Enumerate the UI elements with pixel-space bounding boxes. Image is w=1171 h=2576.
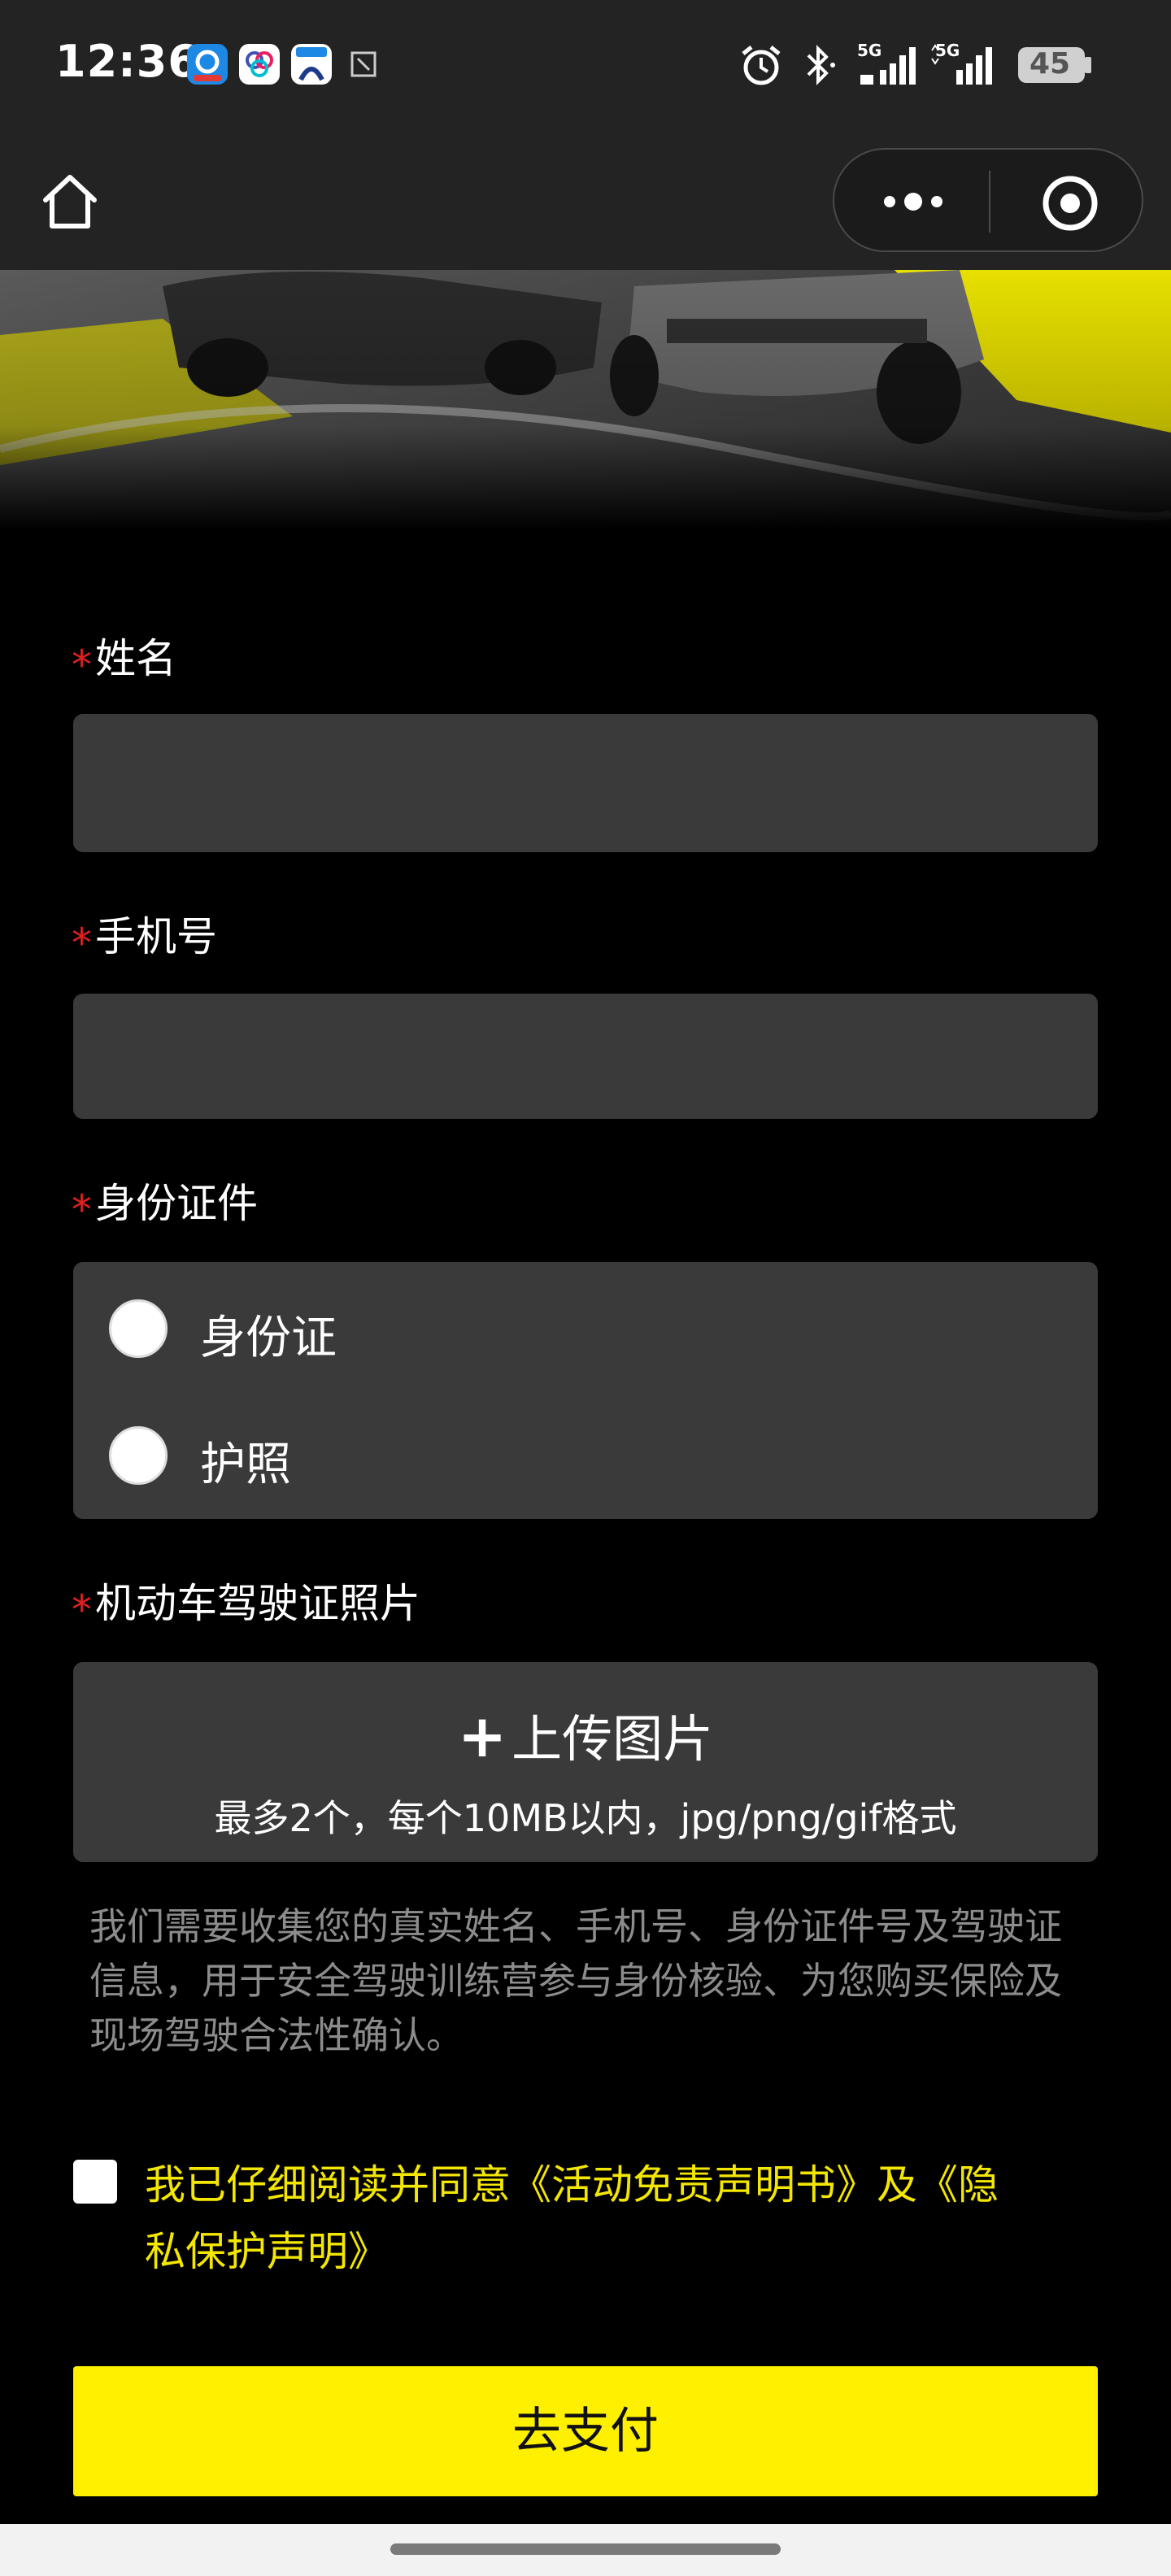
radio-button[interactable] [109, 1426, 168, 1485]
radio-option-id-card[interactable]: 身份证 [109, 1296, 678, 1364]
privacy-notice-text: 我们需要收集您的真实姓名、手机号、身份证件号及驾驶证信息，用于安全驾驶训练营参与… [89, 1904, 1062, 2057]
bluetooth-icon [807, 45, 835, 85]
name-input[interactable] [73, 714, 1098, 852]
plus-icon: + [457, 1702, 507, 1770]
capsule-menu [833, 148, 1143, 252]
required-mark: * [72, 920, 92, 967]
name-label-text: 姓名 [95, 635, 176, 682]
app-notification-icon [291, 44, 332, 85]
status-time: 12:36 [55, 36, 199, 87]
home-icon[interactable] [37, 169, 102, 234]
radio-option-label: 护照 [200, 1438, 291, 1491]
license-photo-label-text: 机动车驾驶证照片 [95, 1580, 420, 1627]
page: 12:36 5G 5G 45 *姓名 *手机号 *身份证件 身份证 护照 *机动… [0, 0, 1171, 2576]
capsule-divider [989, 171, 990, 233]
system-nav-bar [0, 2524, 1171, 2576]
home-indicator[interactable] [390, 2543, 781, 2555]
signal-icon: 5G [857, 41, 919, 88]
id-type-label-text: 身份证件 [95, 1180, 258, 1227]
battery-level: 45 [1030, 47, 1071, 80]
agree-text[interactable]: 我已仔细阅读并同意《活动免责声明书》及《隐私保护声明》 [145, 2152, 1023, 2285]
id-type-label: *身份证件 [72, 1171, 258, 1234]
name-label: *姓名 [72, 626, 176, 689]
required-mark: * [72, 1186, 92, 1234]
upload-label: 上传图片 [511, 1709, 714, 1769]
agree-checkbox[interactable] [73, 2160, 117, 2204]
status-bar: 12:36 5G 5G 45 [0, 0, 1171, 133]
nav-bar [0, 133, 1171, 270]
battery-icon: 45 [1018, 42, 1093, 88]
alarm-icon [742, 46, 781, 85]
id-type-radio-group: 身份证 护照 [73, 1262, 1098, 1519]
hero-banner-image [0, 270, 1171, 530]
radio-button[interactable] [109, 1299, 168, 1358]
upload-title: +上传图片 [73, 1698, 1098, 1771]
pay-button[interactable]: 去支付 [73, 2366, 1098, 2496]
phone-input[interactable] [73, 994, 1098, 1119]
required-mark: * [72, 1586, 92, 1634]
license-photo-label: *机动车驾驶证照片 [72, 1571, 420, 1634]
upload-image-button[interactable]: +上传图片 最多2个，每个10MB以内，jpg/png/gif格式 [73, 1662, 1098, 1862]
radio-option-label: 身份证 [200, 1312, 337, 1364]
phone-label-text: 手机号 [95, 913, 217, 960]
screenshot-icon [350, 50, 377, 78]
radio-option-passport[interactable]: 护照 [109, 1423, 678, 1491]
target-circle-icon[interactable] [1039, 172, 1101, 234]
upload-hint: 最多2个，每个10MB以内，jpg/png/gif格式 [214, 1796, 957, 1840]
phone-label: *手机号 [72, 904, 217, 967]
required-mark: * [72, 642, 92, 689]
signal-icon: 5G [929, 41, 999, 88]
app-notification-icon [239, 44, 280, 85]
more-dots-icon[interactable] [877, 177, 950, 226]
app-notification-icon [187, 44, 228, 85]
